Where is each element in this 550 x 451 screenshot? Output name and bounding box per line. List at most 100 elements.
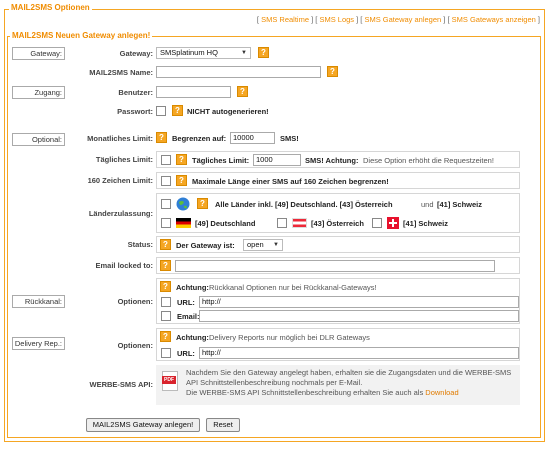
dlr-url-input[interactable]: http:// [199, 347, 519, 359]
download-link[interactable]: Download [425, 388, 458, 397]
email-locked-input[interactable] [175, 260, 495, 272]
passwort-text: NICHT autogenerieren! [187, 107, 269, 116]
row-laender: Länderzulassung: ? Alle Länder inkl. [49… [80, 193, 520, 233]
optionen-rk-note: Rückkanal Optionen nur bei Rückkanal-Gat… [209, 283, 377, 292]
laender-ch-checkbox[interactable] [372, 218, 382, 228]
werbe-line3: Die WERBE-SMS API Schnittstellenbeschrei… [186, 388, 459, 397]
passwort-checkbox[interactable] [156, 106, 166, 116]
optionen-dlr-label: Optionen: [117, 341, 153, 350]
row-name: MAIL2SMS Name: ? [80, 66, 520, 80]
status-prefix: Der Gateway ist: [176, 241, 235, 250]
status-label: Status: [127, 240, 153, 249]
taeglich-checkbox[interactable] [161, 155, 171, 165]
outer-legend: MAIL2SMS Optionen [9, 3, 92, 13]
flag-ch-icon [387, 217, 399, 229]
help-icon[interactable]: ? [160, 260, 171, 271]
optionen-rk-achtung: Achtung: [176, 283, 209, 292]
laender-all-text: Alle Länder inkl. [49] Deutschland. [43]… [215, 200, 393, 209]
rk-url-label: URL: [177, 298, 195, 307]
rk-email-checkbox[interactable] [161, 311, 171, 321]
taeglich-input[interactable]: 1000 [253, 154, 301, 166]
link-sms-gateways-anzeigen[interactable]: SMS Gateways anzeigen [452, 15, 536, 24]
help-icon[interactable]: ? [327, 66, 338, 77]
werbe-line1: Nachdem Sie den Gateway angelegt haben, … [186, 368, 512, 377]
gateway-select-value: SMSplatinum HQ [160, 48, 218, 57]
gateway-select[interactable]: SMSplatinum HQ ▼ [156, 47, 251, 59]
name-label: MAIL2SMS Name: [89, 68, 153, 77]
optionen-dlr-note: Delivery Reports nur möglich bei DLR Gat… [209, 333, 370, 342]
taeglich-suffix: SMS! Achtung: [305, 156, 359, 165]
passwort-label: Passwort: [117, 107, 153, 116]
name-input[interactable] [156, 66, 321, 78]
help-icon[interactable]: ? [160, 331, 171, 342]
help-icon[interactable]: ? [156, 132, 167, 143]
help-icon[interactable]: ? [197, 198, 208, 209]
optionen-dlr-cell: ? Achtung: Delivery Reports nur möglich … [156, 328, 520, 361]
zeichen-checkbox[interactable] [161, 176, 171, 186]
zeichen-cell: ? Maximale Länge einer SMS auf 160 Zeich… [156, 172, 520, 189]
werbe-line2: API Schnittstellenbeschreibung nochmals … [186, 378, 363, 387]
row-monatlich: Monatliches Limit: ? Begrenzen auf: 1000… [80, 131, 520, 147]
rk-email-label: Email: [177, 312, 200, 321]
status-cell: ? Der Gateway ist: open ▼ [156, 236, 520, 253]
inner-legend: MAIL2SMS Neuen Gateway anlegen! [10, 31, 153, 41]
help-icon[interactable]: ? [237, 86, 248, 97]
laender-all-checkbox[interactable] [161, 199, 171, 209]
laender-ch-text: [41] Schweiz [437, 200, 483, 209]
laender-at-checkbox[interactable] [277, 218, 287, 228]
status-select[interactable]: open ▼ [243, 239, 283, 251]
rk-url-input[interactable]: http:// [199, 296, 519, 308]
laender-ch: [41] Schweiz [403, 219, 449, 228]
monatlich-prefix: Begrenzen auf: [172, 134, 227, 143]
flag-at-icon [292, 218, 307, 228]
section-zugang: Zugang: [12, 86, 65, 99]
rk-email-input[interactable] [199, 310, 519, 322]
section-optional: Optional: [12, 133, 65, 146]
optionen-rk-label: Optionen: [117, 297, 153, 306]
benutzer-input[interactable] [156, 86, 231, 98]
row-gateway: Gateway: SMSplatinum HQ ▼ ? [80, 47, 520, 61]
help-icon[interactable]: ? [176, 175, 187, 186]
help-icon[interactable]: ? [160, 239, 171, 250]
row-werbe: WERBE-SMS API: PDF Nachdem Sie den Gatew… [80, 365, 520, 405]
laender-de: [49] Deutschland [195, 219, 256, 228]
laender-de-checkbox[interactable] [161, 218, 171, 228]
row-optionen-rk: Optionen: ? Achtung: Rückkanal Optionen … [80, 278, 520, 324]
section-rueckkanal: Rückkanal: [12, 295, 65, 308]
help-icon[interactable]: ? [160, 281, 171, 292]
row-zeichen: 160 Zeichen Limit: ? Maximale Länge eine… [80, 172, 520, 189]
row-passwort: Passwort: ? NICHT autogenerieren! [80, 105, 520, 119]
laender-cell: ? Alle Länder inkl. [49] Deutschland. [4… [156, 193, 520, 233]
email-locked-label: Email locked to: [95, 261, 153, 270]
monatlich-label: Monatliches Limit: [87, 134, 153, 143]
link-sms-realtime[interactable]: SMS Realtime [261, 15, 309, 24]
taeglich-cell: ? Tägliches Limit: 1000 SMS! Achtung: Di… [156, 151, 520, 168]
reset-button[interactable]: Reset [206, 418, 240, 432]
help-icon[interactable]: ? [176, 154, 187, 165]
dlr-url-label: URL: [177, 349, 195, 358]
monatlich-input[interactable]: 10000 [230, 132, 275, 144]
link-sms-gateway-anlegen[interactable]: SMS Gateway anlegen [364, 15, 441, 24]
optionen-dlr-achtung: Achtung: [176, 333, 209, 342]
submit-button[interactable]: MAIL2SMS Gateway anlegen! [86, 418, 200, 432]
top-links: [ SMS Realtime ] [ SMS Logs ] [ SMS Gate… [256, 15, 540, 24]
email-locked-cell: ? [156, 257, 520, 274]
row-optionen-dlr: Optionen: ? Achtung: Delivery Reports nu… [80, 328, 520, 361]
zeichen-text: Maximale Länge einer SMS auf 160 Zeichen… [192, 177, 389, 186]
taeglich-note: Diese Option erhöht die Requestzeiten! [363, 156, 494, 165]
pdf-icon: PDF [162, 371, 178, 391]
rk-url-checkbox[interactable] [161, 297, 171, 307]
help-icon[interactable]: ? [258, 47, 269, 58]
taeglich-label: Tägliches Limit: [95, 155, 153, 164]
globe-icon [176, 197, 190, 211]
section-delivery: Delivery Rep.: [12, 337, 65, 350]
werbe-cell: PDF Nachdem Sie den Gateway angelegt hab… [156, 365, 520, 405]
link-sms-logs[interactable]: SMS Logs [319, 15, 354, 24]
row-status: Status: ? Der Gateway ist: open ▼ [80, 236, 520, 253]
dlr-url-checkbox[interactable] [161, 348, 171, 358]
chevron-down-icon: ▼ [241, 50, 247, 56]
laender-at: [43] Österreich [311, 219, 364, 228]
laender-und: und [421, 200, 434, 209]
help-icon[interactable]: ? [172, 105, 183, 116]
werbe-label: WERBE-SMS API: [89, 380, 153, 389]
